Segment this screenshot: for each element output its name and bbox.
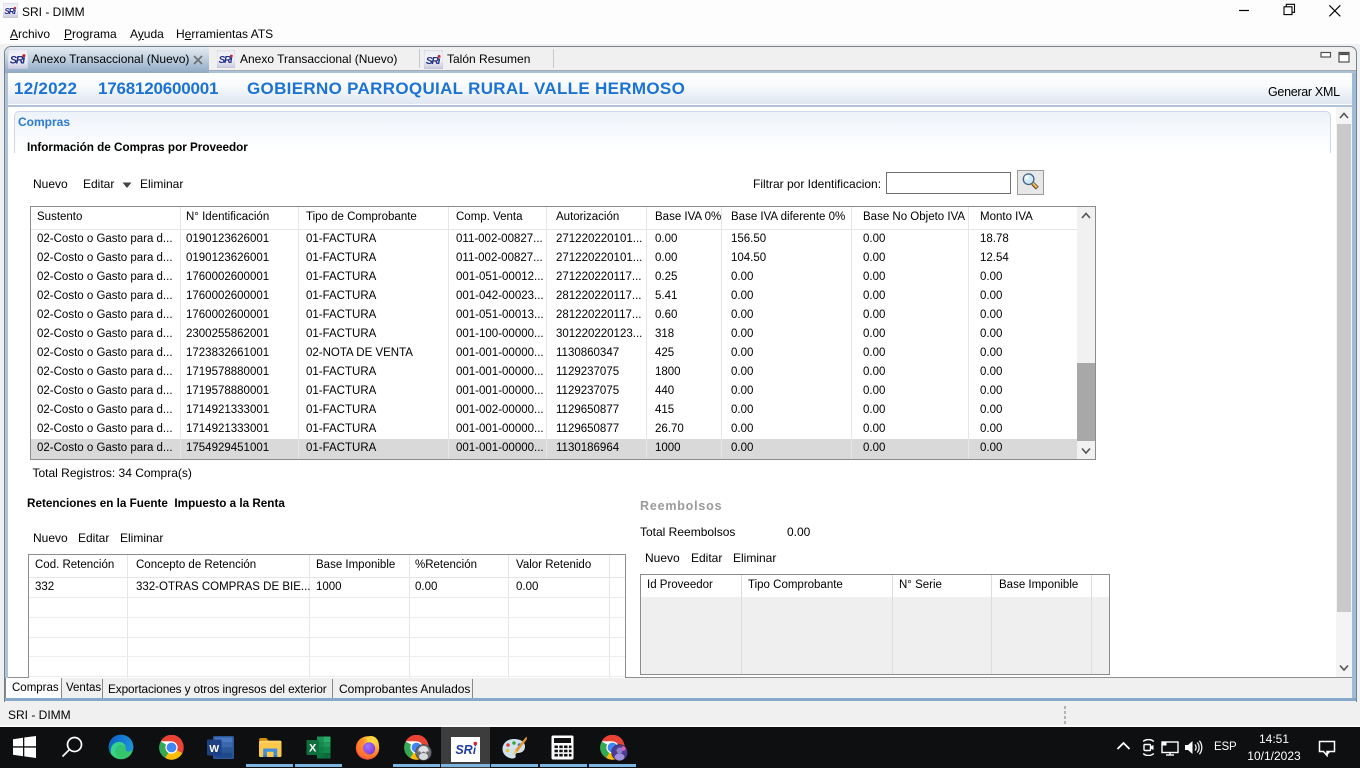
- svg-text:X: X: [309, 743, 317, 755]
- svg-text:W: W: [209, 743, 219, 755]
- svg-text:SR: SR: [455, 743, 472, 757]
